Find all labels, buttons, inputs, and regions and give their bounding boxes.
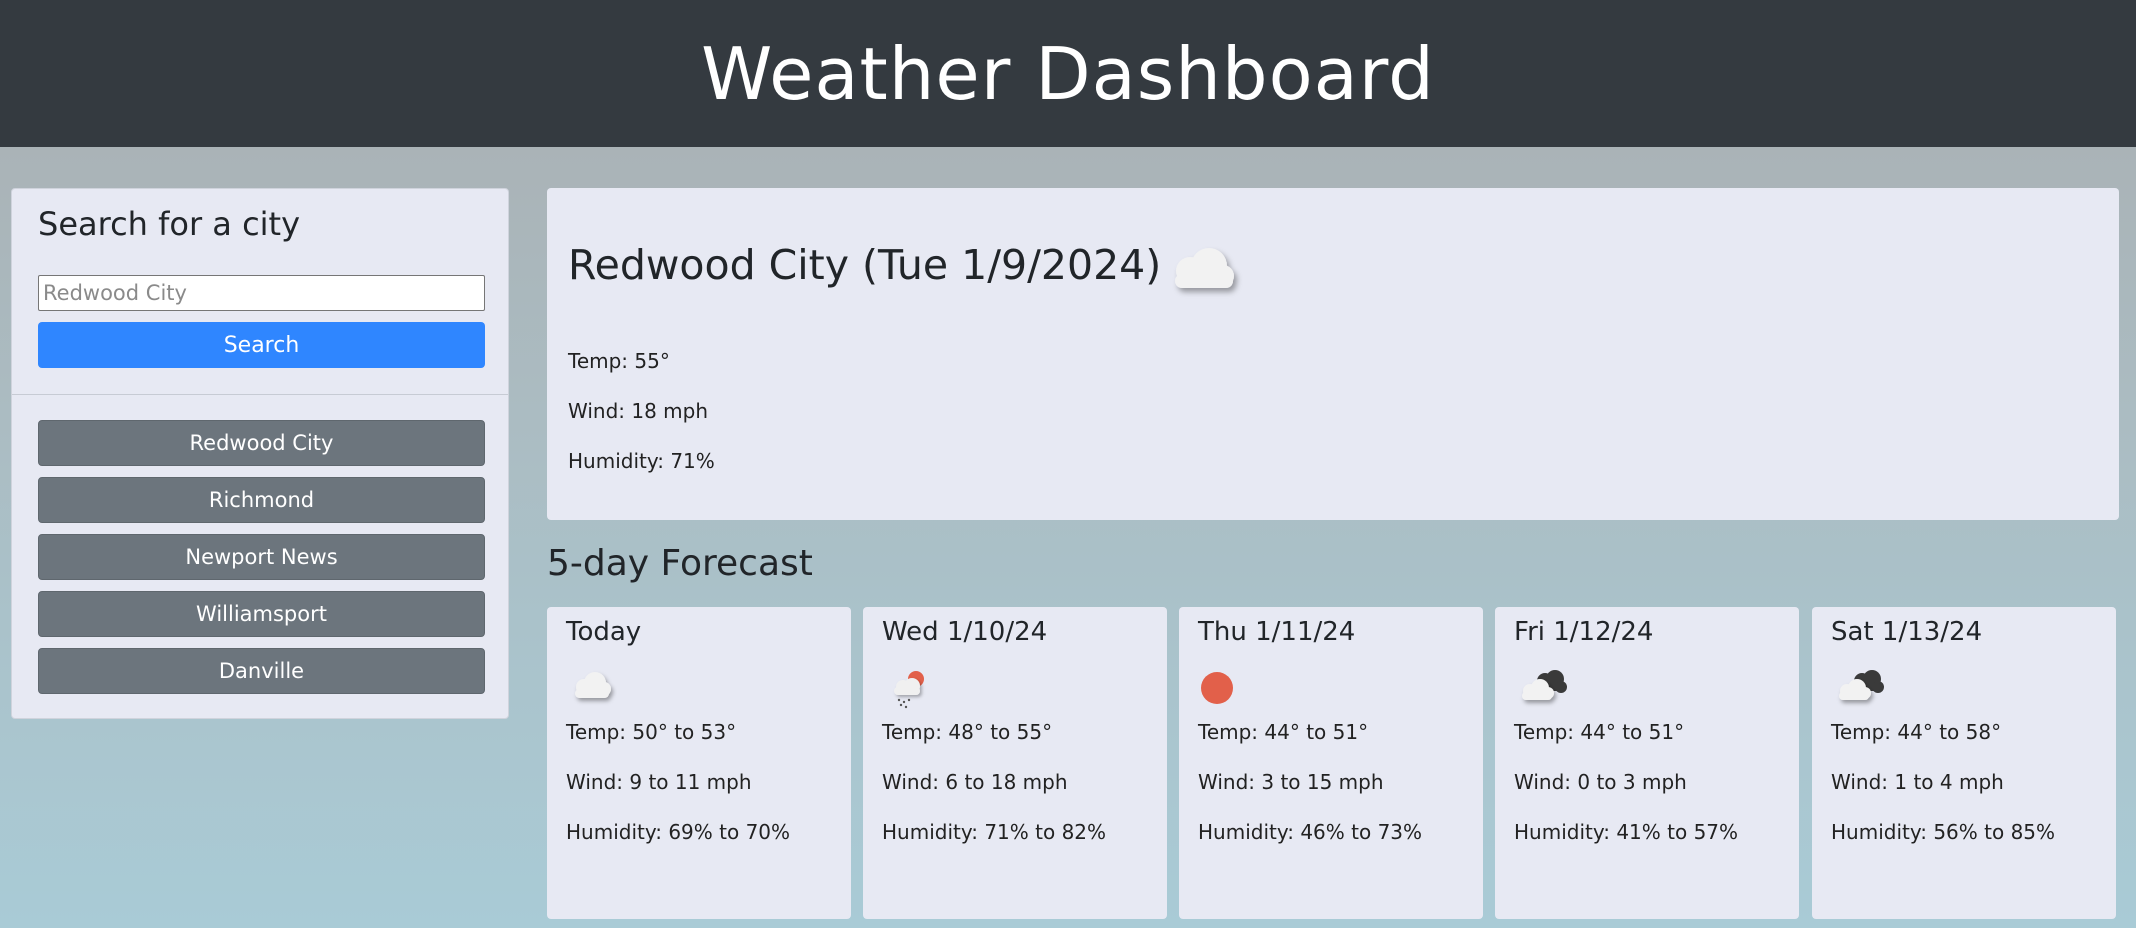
current-temp: Temp: 55° [568,349,670,373]
current-wind: Wind: 18 mph [568,399,709,423]
forecast-temp: Temp: 44° to 51° [1198,720,1369,744]
broken-clouds-icon [1515,667,1571,713]
cloud-icon [1157,238,1247,308]
forecast-wind: Wind: 9 to 11 mph [566,770,752,794]
page-title: Weather Dashboard [701,31,1435,116]
forecast-card: Sat 1/13/24 Temp: 44° to 58° Wind: 1 to … [1812,607,2116,919]
forecast-wind: Wind: 6 to 18 mph [882,770,1068,794]
forecast-heading: 5-day Forecast [547,543,813,584]
history-button-redwood-city[interactable]: Redwood City [38,420,485,466]
search-panel: Search for a city Search Redwood City Ri… [11,188,509,719]
current-humidity: Humidity: 71% [568,449,715,473]
forecast-cards: Today Temp: 50° to 53° Wind: 9 to 11 mph… [547,607,2119,919]
forecast-day: Today [566,617,642,647]
forecast-wind: Wind: 0 to 3 mph [1514,770,1687,794]
history-button-newport-news[interactable]: Newport News [38,534,485,580]
current-weather-card: Redwood City (Tue 1/9/2024) Temp: 55° Wi… [547,188,2119,520]
forecast-day: Thu 1/11/24 [1198,617,1356,647]
forecast-card: Wed 1/10/24 Temp: 48° to 55° Wind: 6 to … [863,607,1167,919]
forecast-day: Fri 1/12/24 [1514,617,1654,647]
forecast-wind: Wind: 3 to 15 mph [1198,770,1384,794]
search-heading: Search for a city [38,205,301,243]
history-button-danville[interactable]: Danville [38,648,485,694]
search-button[interactable]: Search [38,322,485,368]
forecast-humidity: Humidity: 56% to 85% [1831,820,2056,844]
broken-clouds-icon [1832,667,1888,713]
forecast-card: Today Temp: 50° to 53° Wind: 9 to 11 mph… [547,607,851,919]
divider [12,394,508,395]
history-button-williamsport[interactable]: Williamsport [38,591,485,637]
forecast-humidity: Humidity: 71% to 82% [882,820,1107,844]
cloud-icon [567,667,617,711]
forecast-temp: Temp: 44° to 58° [1831,720,2002,744]
forecast-humidity: Humidity: 69% to 70% [566,820,791,844]
forecast-card: Thu 1/11/24 Temp: 44° to 51° Wind: 3 to … [1179,607,1483,919]
forecast-humidity: Humidity: 41% to 57% [1514,820,1739,844]
forecast-temp: Temp: 50° to 53° [566,720,737,744]
forecast-day: Sat 1/13/24 [1831,617,1983,647]
forecast-humidity: Humidity: 46% to 73% [1198,820,1423,844]
app-header: Weather Dashboard [0,0,2136,147]
city-search-input[interactable] [38,275,485,311]
sun-icon [1199,667,1249,715]
forecast-day: Wed 1/10/24 [882,617,1048,647]
forecast-card: Fri 1/12/24 Temp: 44° to 51° Wind: 0 to … [1495,607,1799,919]
forecast-temp: Temp: 48° to 55° [882,720,1053,744]
forecast-temp: Temp: 44° to 51° [1514,720,1685,744]
sun-rain-cloud-icon [883,667,933,715]
history-button-richmond[interactable]: Richmond [38,477,485,523]
search-history: Redwood City Richmond Newport News Willi… [38,420,485,705]
current-city-title: Redwood City (Tue 1/9/2024) [568,241,1162,289]
forecast-wind: Wind: 1 to 4 mph [1831,770,2004,794]
